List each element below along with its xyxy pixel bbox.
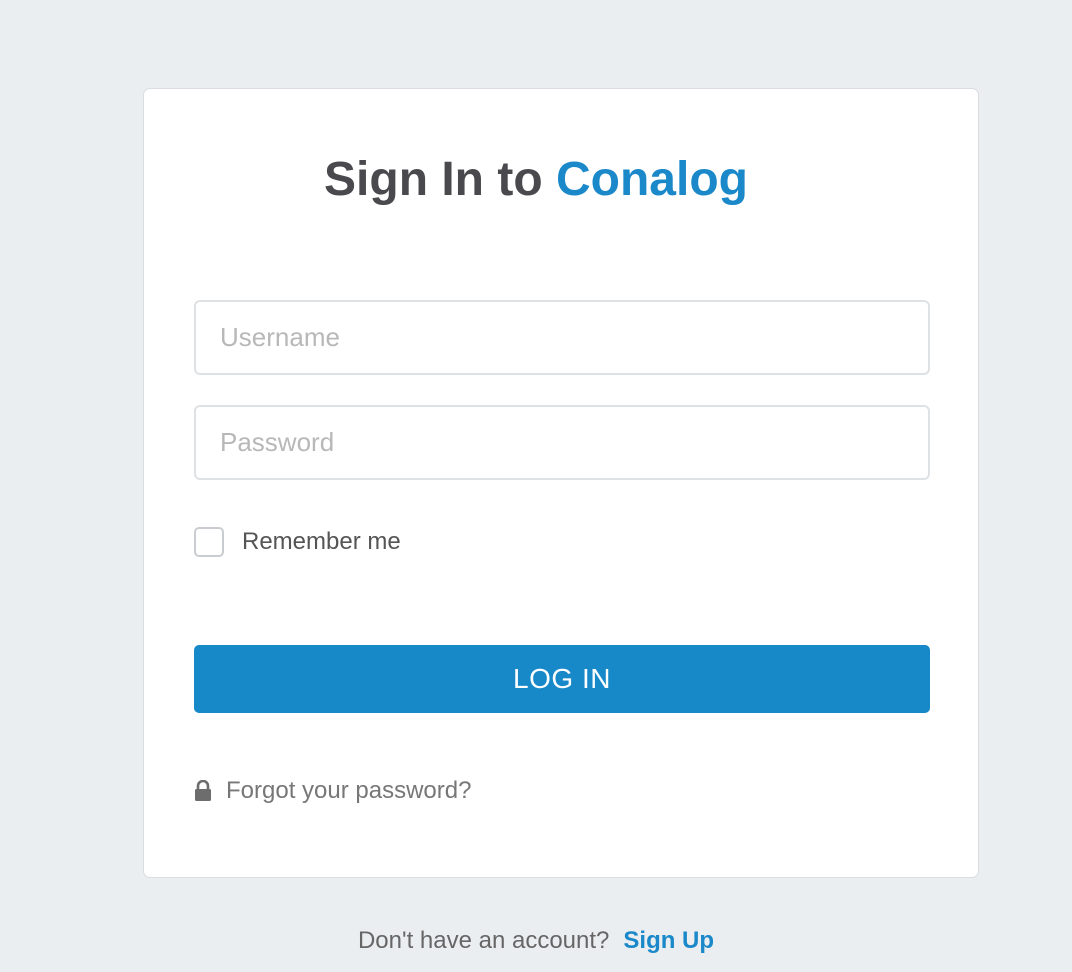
signup-row: Don't have an account? Sign Up	[0, 926, 1072, 956]
remember-me-label[interactable]: Remember me	[242, 528, 401, 556]
password-input[interactable]	[194, 405, 930, 480]
signup-link[interactable]: Sign Up	[623, 927, 714, 954]
forgot-password-row[interactable]: Forgot your password?	[194, 776, 471, 806]
signup-prompt: Don't have an account?	[357, 927, 610, 954]
forgot-password-link[interactable]: Forgot your password?	[226, 777, 471, 805]
login-button[interactable]: LOG IN	[194, 645, 930, 713]
title-prefix: Sign In to	[324, 153, 543, 206]
brand-name: Conalog	[555, 153, 748, 206]
remember-me-row[interactable]: Remember me	[194, 525, 401, 559]
username-input[interactable]	[194, 300, 930, 375]
lock-icon	[194, 779, 212, 802]
remember-me-checkbox[interactable]	[194, 527, 224, 557]
page-title: Sign In to Conalog	[0, 150, 1072, 210]
